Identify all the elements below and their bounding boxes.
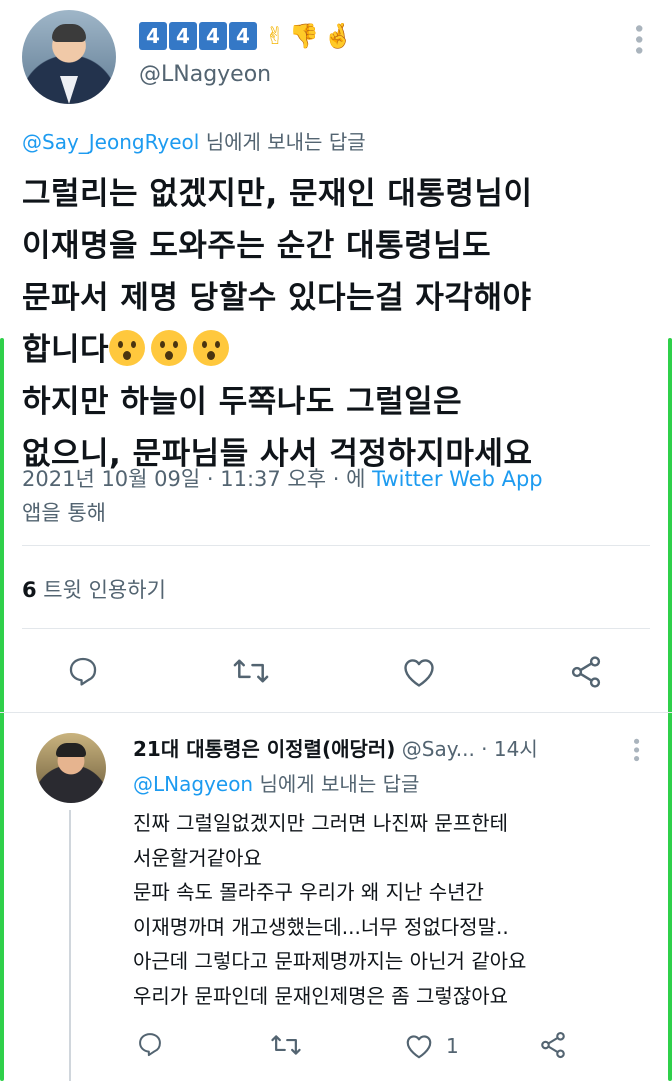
tweet-line: 그럴리는 없겠지만, 문재인 대통령님이 — [22, 176, 533, 212]
avatar[interactable] — [22, 10, 116, 104]
tweet-line: 이재명을 도와주는 순간 대통령님도 — [22, 228, 492, 264]
tweet-line: 합니다 — [22, 332, 110, 368]
retweet-icon — [233, 659, 269, 683]
reply-context: @LNagyeon 님에게 보내는 답글 — [133, 768, 419, 797]
share-icon — [571, 656, 601, 688]
reply-context: @Say_JeongRyeol 님에게 보내는 답글 — [22, 126, 366, 155]
quote-count: 6 — [22, 578, 37, 602]
divider — [0, 712, 672, 713]
reply-time[interactable]: · 14시 — [475, 737, 538, 761]
badge-digit: 4 — [169, 22, 197, 50]
reply-handle[interactable]: @Say... — [395, 737, 475, 761]
reply-icon — [69, 657, 97, 686]
reply-button[interactable] — [66, 654, 100, 688]
like-count: 1 — [446, 1034, 459, 1058]
reply-to-mention[interactable]: @Say_JeongRyeol — [22, 130, 199, 154]
display-name-badges: 4 4 4 4 ✌ 👎 🤞 — [139, 22, 353, 50]
retweet-button[interactable] — [270, 1031, 302, 1059]
crossed-fingers-icon: 🤞 — [323, 22, 353, 50]
reply-icon — [139, 1033, 161, 1057]
quote-label: 트윗 인용하기 — [36, 578, 166, 602]
reply-header: 21대 대통령은 이정렬(애당러) @Say... · 14시 — [133, 733, 653, 762]
retweet-icon — [271, 1035, 301, 1055]
share-icon — [541, 1031, 565, 1059]
reply-avatar[interactable] — [36, 733, 106, 803]
scroll-indicator-right — [668, 338, 672, 1081]
like-icon — [404, 659, 434, 687]
reply-body: 진짜 그럴일없겠지만 그러면 나진짜 문프한테 서운할거같아요 문파 속도 몰라… — [133, 811, 527, 1008]
divider — [22, 628, 650, 629]
thread-line — [69, 810, 71, 1081]
badge-digit: 4 — [229, 22, 257, 50]
like-button[interactable] — [401, 655, 437, 689]
timestamp[interactable]: 2021년 10월 09일 · 11:37 오후 · 에 — [22, 467, 372, 491]
share-button[interactable] — [538, 1030, 568, 1060]
like-button[interactable]: 1 — [404, 1032, 459, 1060]
reply-to-suffix: 님에게 보내는 답글 — [199, 130, 366, 154]
badge-digit: 4 — [139, 22, 167, 50]
victory-hand-icon: ✌ — [265, 22, 286, 50]
reply-to-mention[interactable]: @LNagyeon — [133, 772, 253, 796]
divider — [22, 545, 650, 546]
more-options-icon[interactable]: ••• — [625, 22, 650, 55]
reply-to-suffix: 님에게 보내는 답글 — [253, 772, 420, 796]
reply-display-name[interactable]: 21대 대통령은 이정렬(애당러) — [133, 737, 395, 761]
reply-button[interactable] — [136, 1030, 164, 1058]
tweet-line: 하지만 하늘이 두쪽나도 그럴일은 — [22, 384, 463, 420]
tweet-metadata: 2021년 10월 09일 · 11:37 오후 · 에 Twitter Web… — [22, 462, 642, 530]
badge-digit: 4 — [199, 22, 227, 50]
user-handle[interactable]: @LNagyeon — [139, 62, 271, 87]
share-button[interactable] — [568, 654, 604, 690]
like-icon — [406, 1035, 432, 1059]
scroll-indicator-left — [0, 338, 4, 1081]
hushed-face-icon — [151, 330, 188, 366]
retweet-button[interactable] — [232, 654, 270, 688]
source-link[interactable]: Twitter Web App — [372, 467, 543, 491]
source-suffix: 앱을 통해 — [22, 501, 106, 525]
tweet-body: 그럴리는 없겠지만, 문재인 대통령님이 이재명을 도와주는 순간 대통령님도 … — [22, 168, 662, 480]
reply-more-options-icon[interactable]: ••• — [625, 736, 646, 762]
hushed-face-icon — [109, 330, 146, 366]
quote-tweets-link[interactable]: 6 트윗 인용하기 — [22, 574, 166, 604]
hushed-face-icon — [193, 330, 230, 366]
thumbs-down-icon: 👎 — [289, 22, 319, 50]
tweet-line: 문파서 제명 당할수 있다는걸 자각해야 — [22, 280, 532, 316]
